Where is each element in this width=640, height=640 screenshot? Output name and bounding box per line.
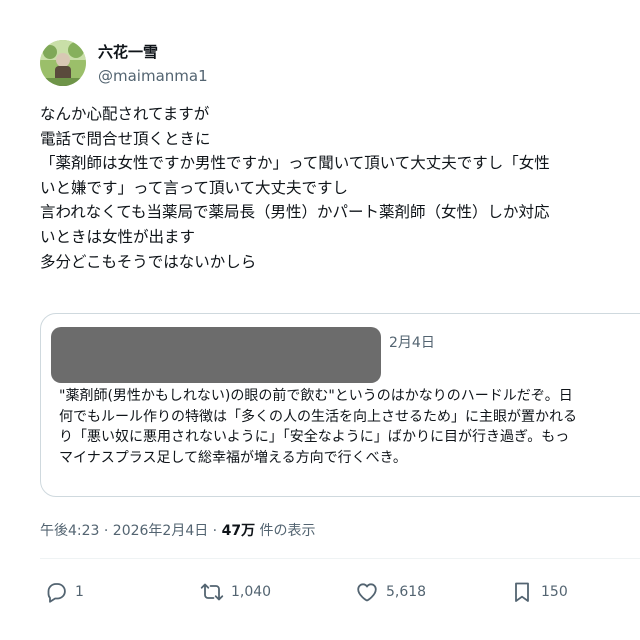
tweet-text-line: いときは女性が出ます	[40, 227, 196, 246]
tweet-text-line: 多分どこもそうではないかしら	[40, 252, 257, 271]
reply-button[interactable]: 1	[44, 580, 84, 604]
tweet-text-line: なんか心配されてますが	[40, 105, 210, 123]
tweet-text-line: 「薬剤師は女性ですか男性ですか」って聞いて頂いて大丈夫ですし「女性	[40, 154, 550, 173]
bookmark-icon	[515, 582, 529, 602]
views-label: 件の表示	[255, 523, 316, 539]
quoted-tweet-text-line: "薬剤師(男性かもしれない)の眼の前で飲む"というのはかなりのハードルだぞ。日	[59, 388, 573, 404]
tweet-text-line: 電話で問合せ頂くときに	[40, 129, 211, 148]
redacted-author-block	[51, 327, 381, 383]
retweet-icon	[200, 583, 224, 601]
bookmark-button[interactable]: 150	[510, 580, 568, 604]
heart-icon	[357, 583, 377, 602]
quoted-tweet-date: 2月4日	[389, 335, 435, 351]
avatar[interactable]	[40, 40, 86, 86]
retweet-count: 1,040	[231, 584, 272, 600]
tweet-text-line: 言われなくても当薬局で薬局長（男性）かパート薬剤師（女性）しか対応	[40, 203, 550, 222]
bookmark-count: 150	[541, 584, 568, 600]
quoted-tweet-card[interactable]: 2月4日 "薬剤師(男性かもしれない)の眼の前で飲む"というのはかなりのハードル…	[40, 313, 640, 497]
tweet-timestamp[interactable]: 午後4:23 · 2026年2月4日 ·	[40, 523, 222, 539]
tweet-text: なんか心配されてますが 電話で問合せ頂くときに 「薬剤師は女性ですか男性ですか」…	[40, 102, 640, 274]
quoted-tweet-text-line: マイナスプラス足して総幸福が増える方向で行くべき。	[59, 449, 407, 466]
like-count: 5,618	[386, 584, 427, 600]
avatar-image	[40, 40, 86, 86]
tweet-meta: 午後4:23 · 2026年2月4日 · 47万 件の表示	[40, 520, 316, 540]
views-count[interactable]: 47万	[222, 523, 255, 539]
tweet-header: 六花一雪 @maimanma1	[40, 40, 208, 86]
reply-count: 1	[75, 584, 84, 600]
author-handle[interactable]: @maimanma1	[98, 66, 208, 86]
quoted-tweet-text-line: 何でもルール作りの特徴は「多くの人の生活を向上させるため」に主眼が置かれる	[59, 408, 577, 425]
like-button[interactable]: 5,618	[355, 580, 426, 604]
retweet-button[interactable]: 1,040	[200, 580, 271, 604]
reply-icon	[47, 583, 66, 603]
divider	[40, 558, 640, 559]
tweet-text-line: いと嫌です」って言って頂いて大丈夫ですし	[40, 178, 348, 197]
quoted-tweet-text: "薬剤師(男性かもしれない)の眼の前で飲む"というのはかなりのハードルだぞ。日 …	[59, 386, 640, 468]
author-display-name[interactable]: 六花一雪	[98, 42, 208, 62]
quoted-tweet-text-line: り「悪い奴に悪用されないように」「安全なように」ばかりに目が行き過ぎ。もっ	[59, 429, 570, 445]
